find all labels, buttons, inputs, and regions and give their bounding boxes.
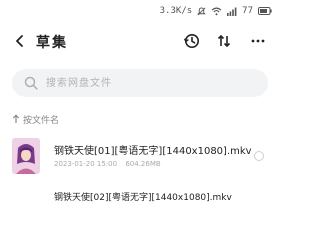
history-button[interactable]	[182, 31, 202, 51]
chevron-left-icon	[16, 35, 23, 47]
search-input[interactable]	[44, 76, 248, 90]
search-bar[interactable]	[12, 69, 268, 97]
file-name[interactable]: 钢铁天使[02][粤语无字][1440x1080].mkv	[54, 190, 274, 202]
signal-icon	[227, 7, 237, 16]
video-thumbnail	[12, 138, 40, 174]
history-icon	[184, 34, 199, 48]
notification-icon	[197, 6, 206, 16]
file-meta: 2023-01-20 15:00 604.26MB	[54, 160, 161, 168]
battery-level: 77	[242, 6, 253, 16]
file-name: 钢铁天使[01][粤语无字][1440x1080].mkv	[54, 146, 252, 157]
network-speed: 3.3K/s	[159, 6, 193, 16]
file-size: 604.26MB	[125, 160, 161, 168]
sort-icon	[217, 34, 231, 48]
arrow-up-icon	[12, 114, 20, 123]
more-button[interactable]	[248, 31, 268, 51]
sort-button[interactable]	[214, 31, 234, 51]
file-list-item[interactable]: 钢铁天使[01][粤语无字][1440x1080].mkv 2023-01-20…	[0, 134, 280, 178]
battery-icon	[258, 7, 272, 15]
sort-label: 按文件名	[23, 115, 60, 126]
file-date: 2023-01-20 15:00	[54, 160, 118, 168]
page-title: 草集	[36, 35, 68, 51]
wifi-icon	[211, 7, 222, 16]
more-icon	[251, 39, 265, 43]
search-icon	[24, 76, 38, 90]
status-bar: 3.3K/s 77	[0, 0, 280, 22]
select-radio[interactable]	[254, 151, 264, 161]
sort-by-name-toggle[interactable]: 按文件名	[12, 112, 59, 126]
back-button[interactable]	[10, 31, 30, 51]
header: 草集	[0, 24, 280, 58]
